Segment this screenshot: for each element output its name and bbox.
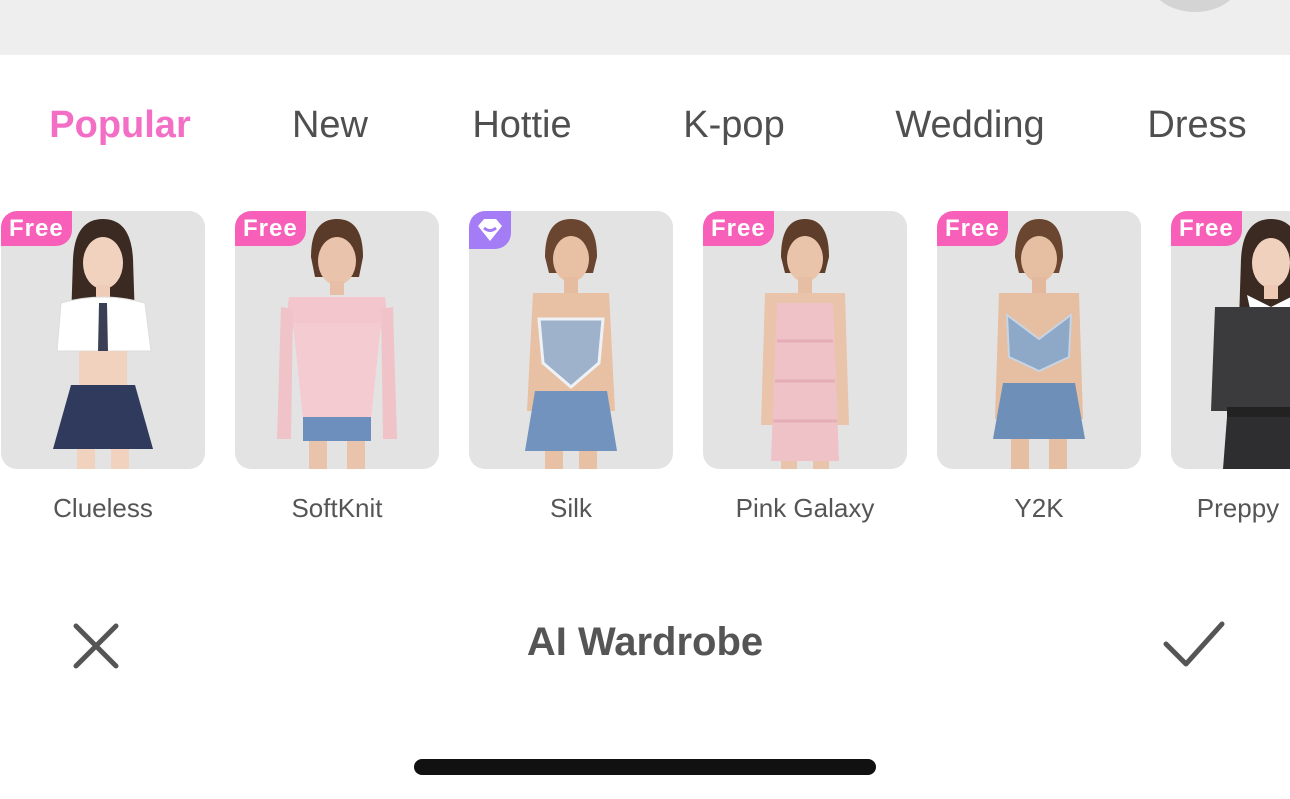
style-name: SoftKnit <box>291 493 383 523</box>
free-badge: Free <box>1171 211 1242 246</box>
tab-new[interactable]: New <box>292 95 368 155</box>
style-name: Clueless <box>53 493 153 523</box>
style-list: Free Clueless Free SoftKnit Silk Free Pi… <box>0 211 1290 541</box>
bottom-bar: AI Wardrobe <box>0 600 1290 690</box>
confirm-button[interactable] <box>1160 618 1228 670</box>
tab-dress[interactable]: Dress <box>1147 95 1246 155</box>
tab-wedding[interactable]: Wedding <box>895 95 1044 155</box>
vip-badge <box>469 211 511 249</box>
style-card-silk[interactable]: Silk <box>469 211 673 524</box>
free-badge: Free <box>703 211 774 246</box>
style-thumbnail: Free <box>937 211 1141 469</box>
checkmark-icon <box>1163 621 1225 667</box>
free-badge: Free <box>235 211 306 246</box>
style-name: Preppy <box>1196 493 1280 523</box>
style-name: Silk <box>550 493 592 523</box>
tab-hottie[interactable]: Hottie <box>472 95 571 155</box>
style-card-y2k[interactable]: Free Y2K <box>937 211 1141 524</box>
style-card-preppy[interactable]: Free Preppy <box>1171 211 1290 524</box>
tab-popular[interactable]: Popular <box>49 95 190 155</box>
style-name: Pink Galaxy <box>735 493 875 523</box>
page-title: AI Wardrobe <box>526 620 764 664</box>
home-indicator[interactable] <box>414 759 876 775</box>
style-name: Y2K <box>1014 493 1064 523</box>
tab-k-pop[interactable]: K-pop <box>683 95 784 155</box>
style-card-pink-galaxy[interactable]: Free Pink Galaxy <box>703 211 907 524</box>
style-thumbnail: Free <box>703 211 907 469</box>
style-thumbnail <box>469 211 673 469</box>
top-area <box>0 0 1290 55</box>
avatar[interactable] <box>1150 0 1240 12</box>
style-card-clueless[interactable]: Free Clueless <box>1 211 205 524</box>
free-badge: Free <box>937 211 1008 246</box>
free-badge: Free <box>1 211 72 246</box>
category-tabs: Popular New Hottie K-pop Wedding Dress <box>0 95 1290 155</box>
vip-diamond-icon <box>478 219 502 241</box>
style-thumbnail: Free <box>235 211 439 469</box>
style-thumbnail: Free <box>1 211 205 469</box>
style-card-softknit[interactable]: Free SoftKnit <box>235 211 439 524</box>
style-thumbnail: Free <box>1171 211 1290 469</box>
